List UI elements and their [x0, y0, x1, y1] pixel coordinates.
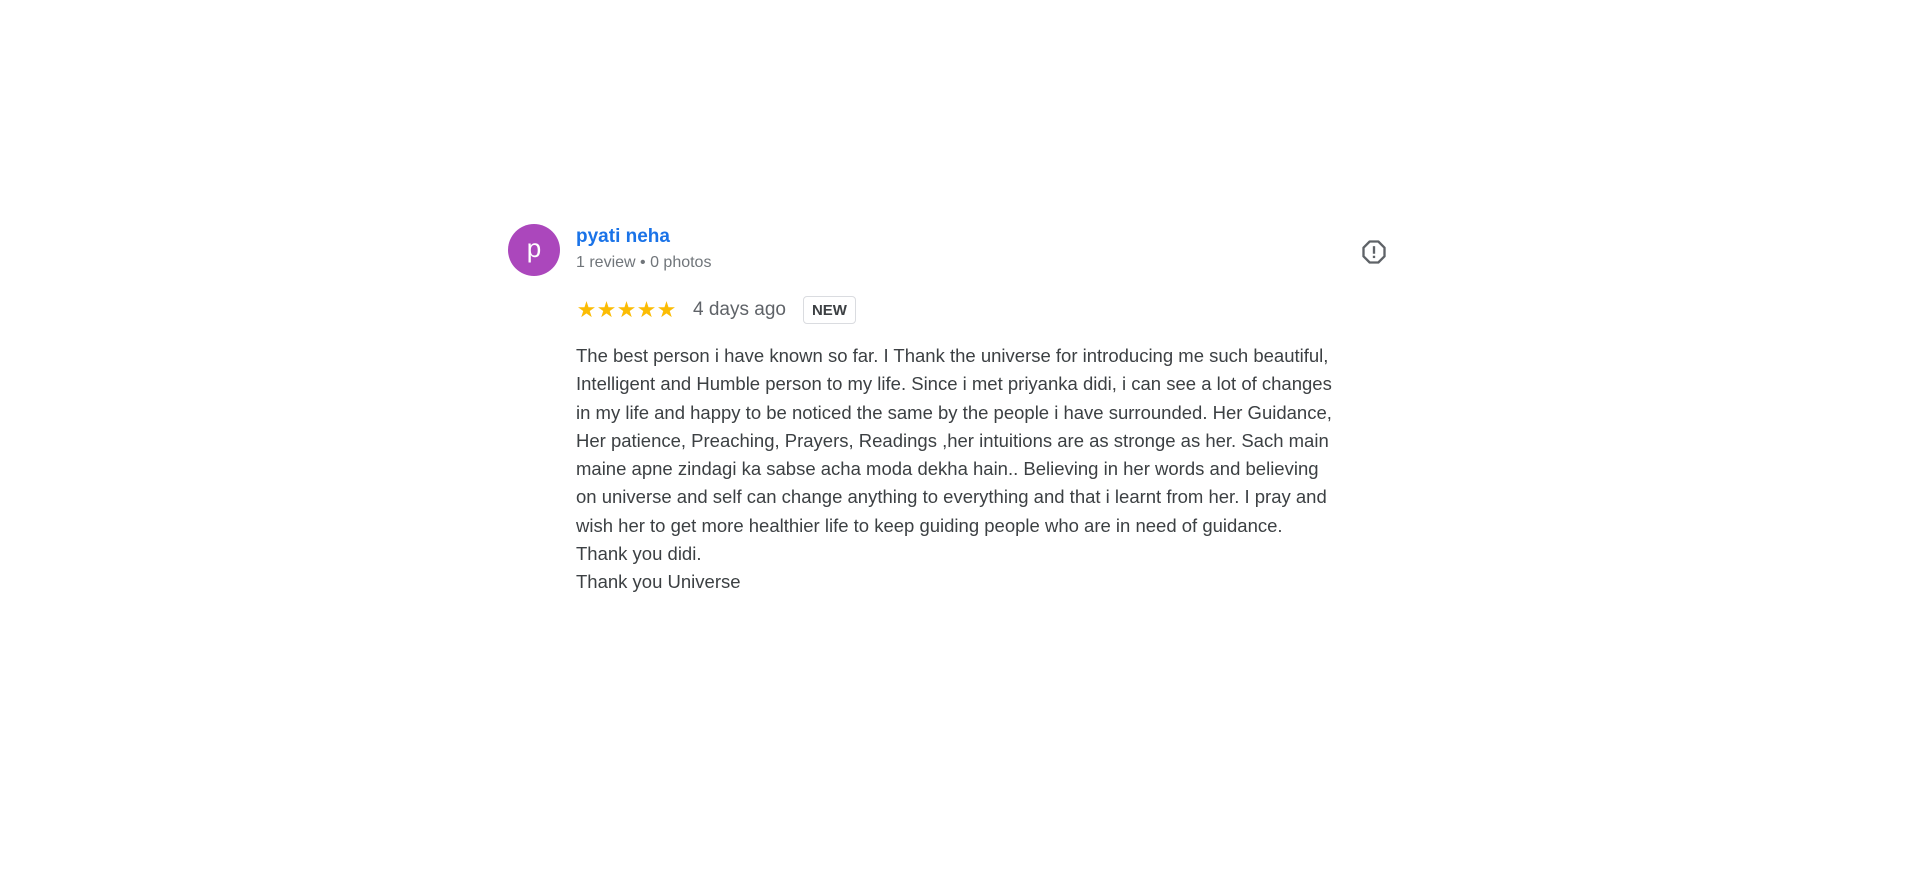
star-icon: ★: [656, 297, 677, 322]
review-text-line: maine apne zindagi ka sabse acha moda de…: [576, 458, 1319, 480]
star-icon: ★: [636, 297, 657, 322]
star-rating: ★ ★ ★ ★ ★: [576, 297, 677, 322]
star-icon: ★: [576, 297, 597, 322]
review-text-line: The best person i have known so far. I T…: [576, 345, 1329, 366]
review-text-line: on universe and self can change anything…: [576, 486, 1327, 508]
review-date: 4 days ago: [693, 299, 786, 320]
star-icon: ★: [616, 297, 637, 322]
review-text-line: Thank you Universe: [576, 571, 741, 593]
report-flag-icon: [1362, 240, 1386, 264]
star-icon: ★: [596, 297, 617, 322]
rating-row: ★ ★ ★ ★ ★ 4 days ago NEW: [576, 294, 856, 326]
review-text: The best person i have known so far. I T…: [576, 342, 1416, 597]
avatar[interactable]: p: [508, 224, 560, 276]
report-review-button[interactable]: [1358, 236, 1390, 268]
new-badge: NEW: [802, 296, 856, 324]
review-text-line: Intelligent and Humble person to my life…: [576, 373, 1332, 395]
review-text-line: in my life and happy to be noticed the s…: [576, 401, 1332, 423]
review-text-line: Thank you didi.: [576, 543, 702, 565]
review-text-line: Her patience, Preaching, Prayers, Readin…: [576, 429, 1329, 451]
reviewer-meta: 1 review • 0 photos: [576, 254, 712, 271]
reviewer-name-link[interactable]: pyati neha: [576, 226, 670, 248]
review-text-line: wish her to get more healthier life to k…: [576, 514, 1283, 536]
